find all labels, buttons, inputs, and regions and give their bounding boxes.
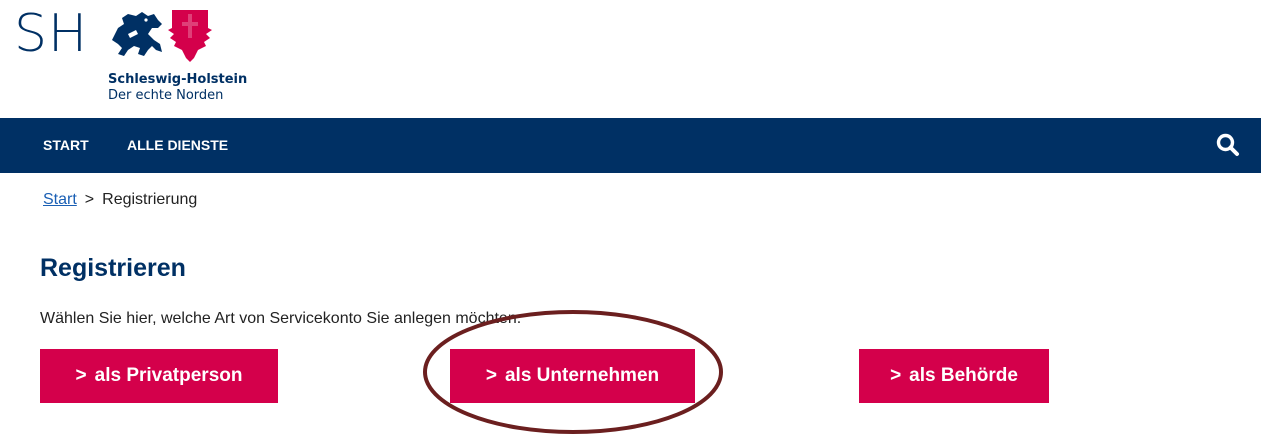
register-private-label: als Privatperson <box>94 365 243 386</box>
register-authority-button[interactable]: > als Behörde <box>859 349 1049 403</box>
breadcrumb-separator: > <box>84 191 95 208</box>
logo-slogan: Der echte Norden <box>108 88 224 103</box>
logo-state-name: Schleswig-Holstein <box>108 72 248 87</box>
register-private-button[interactable]: > als Privatperson <box>40 349 278 403</box>
nav-item-start[interactable]: START <box>43 118 89 173</box>
register-company-button[interactable]: > als Unternehmen <box>450 349 695 403</box>
page-title: Registrieren <box>40 254 186 282</box>
chevron-right-icon: > <box>75 365 87 386</box>
chevron-right-icon: > <box>890 365 902 386</box>
nettle-leaf-icon <box>168 10 212 62</box>
search-icon <box>1216 133 1239 156</box>
lion-icon <box>112 12 162 56</box>
breadcrumb-current: Registrierung <box>102 191 198 208</box>
search-button[interactable] <box>1215 132 1241 158</box>
nav-item-alle-dienste[interactable]: ALLE DIENSTE <box>127 118 228 173</box>
main-navigation: START ALLE DIENSTE <box>0 118 1261 173</box>
chevron-right-icon: > <box>485 365 497 386</box>
breadcrumb: Start > Registrierung <box>43 191 197 209</box>
logo-sh-text: SH <box>14 4 89 64</box>
register-authority-label: als Behörde <box>909 365 1018 386</box>
intro-text: Wählen Sie hier, welche Art von Servicek… <box>40 310 522 327</box>
breadcrumb-link-start[interactable]: Start <box>43 191 77 208</box>
register-company-label: als Unternehmen <box>504 365 660 386</box>
site-logo[interactable]: SH Schleswig-Holstein Der echte Norden <box>14 6 264 106</box>
